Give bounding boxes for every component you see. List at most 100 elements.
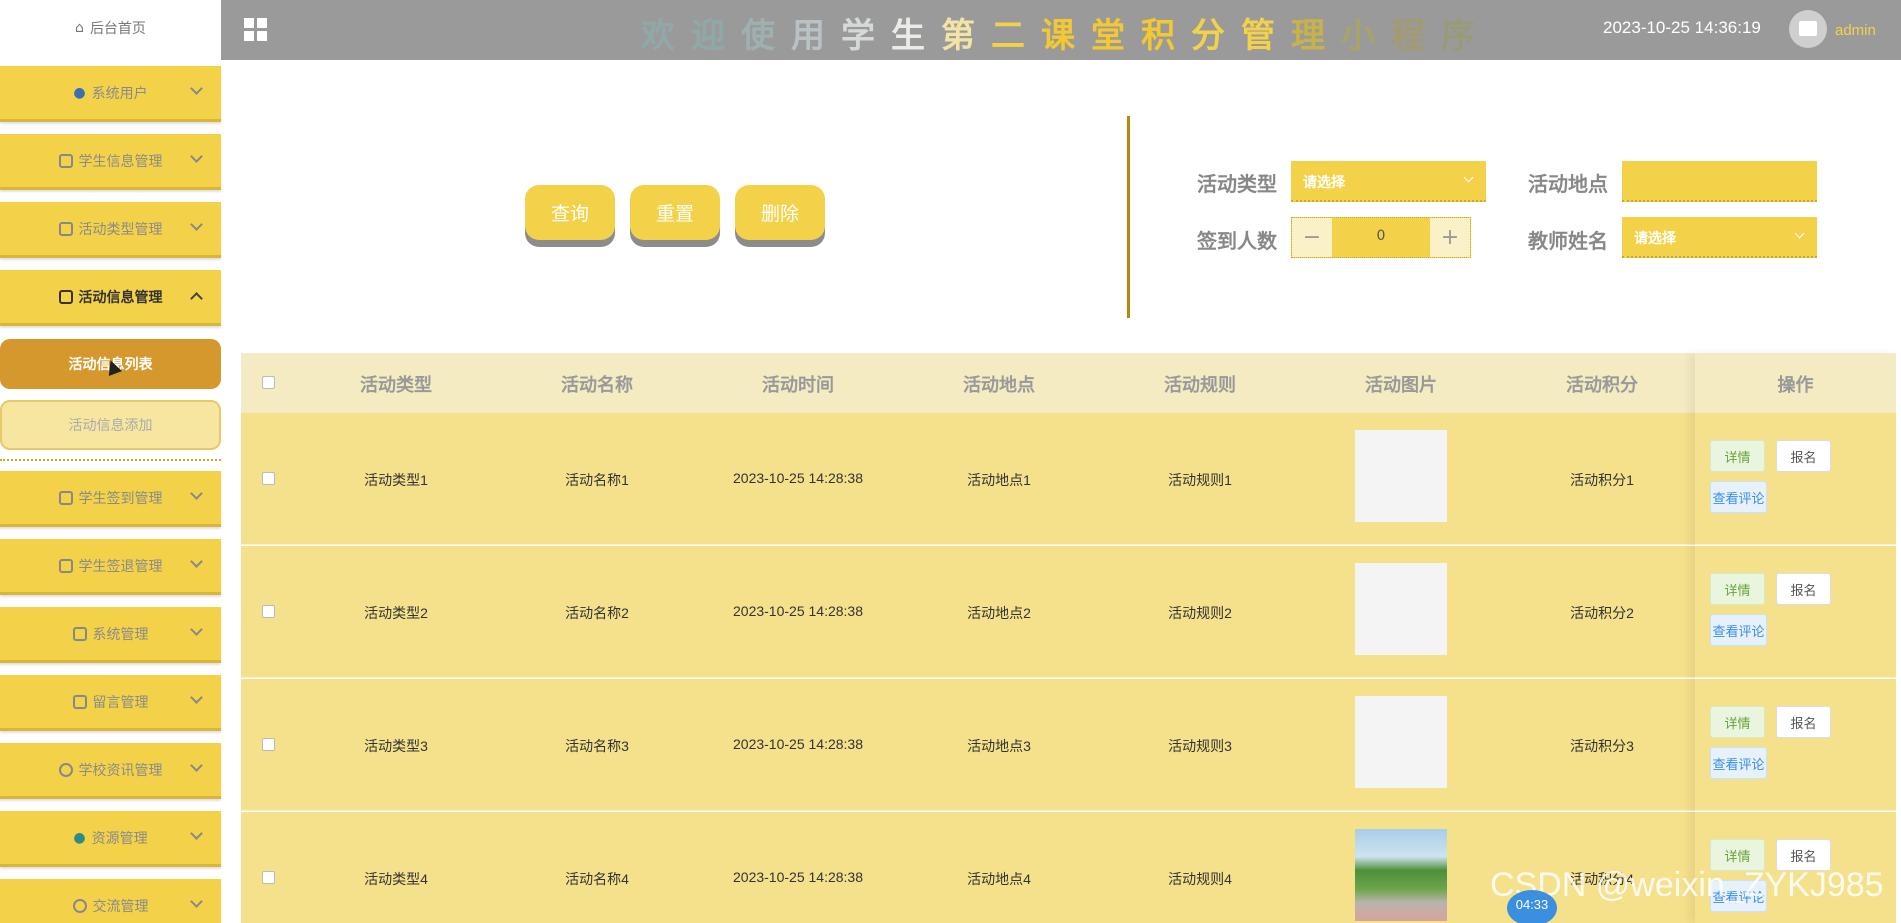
row-checkbox[interactable] xyxy=(262,605,275,618)
cell-name: 活动名称4 xyxy=(565,871,629,887)
sidebar-item-messages[interactable]: 留言管理 xyxy=(0,675,221,731)
delete-button[interactable]: 删除 xyxy=(735,185,825,240)
location-icon: ● xyxy=(73,829,86,846)
select-all-checkbox[interactable] xyxy=(262,376,275,389)
chevron-down-icon xyxy=(190,150,203,163)
table-row: 活动类型1 活动名称1 2023-10-25 14:28:38 活动地点1 活动… xyxy=(241,413,1896,545)
column-header[interactable]: 活动类型 xyxy=(296,371,496,397)
cell-type: 活动类型3 xyxy=(364,738,428,754)
sidebar-item-label: 留言管理 xyxy=(92,694,149,711)
chevron-up-icon xyxy=(190,292,203,305)
search-divider xyxy=(1127,116,1130,318)
row-checkbox[interactable] xyxy=(262,472,275,485)
activity-location-input[interactable] xyxy=(1622,161,1817,202)
chevron-down-icon xyxy=(1463,172,1474,183)
cell-name: 活动名称1 xyxy=(565,472,629,488)
activity-image[interactable] xyxy=(1355,430,1447,522)
sidebar-item-news[interactable]: 学校资讯管理 xyxy=(0,743,221,799)
chevron-down-icon xyxy=(190,827,203,840)
cell-rule: 活动规则3 xyxy=(1168,738,1232,754)
teacher-name-select[interactable]: 请选择 xyxy=(1622,217,1817,258)
table-row: 活动类型3 活动名称3 2023-10-25 14:28:38 活动地点3 活动… xyxy=(241,679,1896,811)
checkin-count-stepper[interactable]: − 0 + xyxy=(1291,217,1471,258)
cell-location: 活动地点1 xyxy=(967,472,1031,488)
activity-image[interactable] xyxy=(1355,696,1447,788)
sidebar-item-label: 活动信息管理 xyxy=(78,289,163,306)
query-button[interactable]: 查询 xyxy=(525,185,615,240)
sidebar-subitem-activity-add[interactable]: 活动信息添加 xyxy=(0,400,221,450)
info-icon xyxy=(58,762,73,777)
sidebar-item-label: 学校资讯管理 xyxy=(78,762,163,779)
sidebar-item-checkin[interactable]: 学生签到管理 xyxy=(0,471,221,527)
timer-badge: 04:33 xyxy=(1507,890,1557,923)
reset-button[interactable]: 重置 xyxy=(630,185,720,240)
row-checkbox[interactable] xyxy=(262,738,275,751)
edit-icon xyxy=(58,289,73,304)
chevron-down-icon xyxy=(190,759,203,772)
chat-icon xyxy=(72,898,87,913)
grid-icon[interactable] xyxy=(244,18,268,42)
sidebar-item-label: 活动类型管理 xyxy=(78,221,163,238)
sidebar-item-system[interactable]: 系统管理 xyxy=(0,607,221,663)
avatar[interactable] xyxy=(1789,10,1827,48)
column-header[interactable]: 活动名称 xyxy=(497,371,697,397)
stepper-value[interactable]: 0 xyxy=(1332,228,1430,244)
sidebar: ⌂ 后台首页 ● 系统用户 学生信息管理 活动类型管理 活动信息管理 活动信息列… xyxy=(0,0,221,923)
checkin-count-label: 签到人数 xyxy=(1197,229,1277,253)
minus-icon[interactable]: − xyxy=(1292,218,1332,257)
column-header[interactable]: 活动地点 xyxy=(899,371,1099,397)
cell-location: 活动地点3 xyxy=(967,738,1031,754)
chevron-down-icon xyxy=(190,218,203,231)
cell-type: 活动类型4 xyxy=(364,871,428,887)
sidebar-home[interactable]: ⌂ 后台首页 xyxy=(0,0,221,56)
edit-icon xyxy=(58,490,73,505)
cell-name: 活动名称2 xyxy=(565,605,629,621)
chevron-down-icon xyxy=(190,487,203,500)
cell-points: 活动积分2 xyxy=(1570,605,1634,621)
cell-location: 活动地点2 xyxy=(967,605,1031,621)
cell-name: 活动名称3 xyxy=(565,738,629,754)
sidebar-item-label: 学生信息管理 xyxy=(78,153,163,170)
sidebar-item-label: 系统管理 xyxy=(92,626,149,643)
page-title: 欢迎使用学生第二课堂积分管理小程序 xyxy=(641,16,1491,56)
sidebar-item-resources[interactable]: ● 资源管理 xyxy=(0,811,221,867)
activity-image[interactable] xyxy=(1355,829,1447,921)
chevron-down-icon xyxy=(190,623,203,636)
column-header[interactable]: 活动时间 xyxy=(698,371,898,397)
sidebar-item-activity-info[interactable]: 活动信息管理 xyxy=(0,270,221,326)
sidebar-item-system-users[interactable]: ● 系统用户 xyxy=(0,66,221,122)
activity-location-label: 活动地点 xyxy=(1528,172,1608,196)
sidebar-item-label: 学生签退管理 xyxy=(78,558,163,575)
cell-rule: 活动规则2 xyxy=(1168,605,1232,621)
top-bar: 欢迎使用学生第二课堂积分管理小程序 2023-10-25 14:36:19 ad… xyxy=(221,0,1901,60)
cell-location: 活动地点4 xyxy=(967,871,1031,887)
sidebar-item-exchange[interactable]: 交流管理 xyxy=(0,879,221,923)
sidebar-item-checkout[interactable]: 学生签退管理 xyxy=(0,539,221,595)
username-label[interactable]: admin xyxy=(1835,22,1876,39)
select-placeholder: 请选择 xyxy=(1303,175,1345,191)
column-header[interactable]: 活动规则 xyxy=(1100,371,1300,397)
activity-image[interactable] xyxy=(1355,563,1447,655)
image-icon xyxy=(72,626,87,641)
cell-rule: 活动规则1 xyxy=(1168,472,1232,488)
table-row: 活动类型2 活动名称2 2023-10-25 14:28:38 活动地点2 活动… xyxy=(241,546,1896,678)
cell-time: 2023-10-25 14:28:38 xyxy=(733,869,863,885)
sidebar-item-label: 学生签到管理 xyxy=(78,490,163,507)
cell-points: 活动积分1 xyxy=(1570,472,1634,488)
home-icon: ⌂ xyxy=(75,20,84,36)
plus-icon[interactable]: + xyxy=(1430,218,1470,257)
datetime-display: 2023-10-25 14:36:19 xyxy=(1603,18,1761,37)
sidebar-item-activity-type[interactable]: 活动类型管理 xyxy=(0,202,221,258)
cell-time: 2023-10-25 14:28:38 xyxy=(733,603,863,619)
cell-type: 活动类型1 xyxy=(364,472,428,488)
activity-type-label: 活动类型 xyxy=(1197,172,1277,196)
chevron-down-icon xyxy=(190,691,203,704)
sidebar-item-label: 交流管理 xyxy=(92,898,149,915)
row-checkbox[interactable] xyxy=(262,871,275,884)
column-header[interactable]: 活动积分 xyxy=(1502,371,1702,397)
sidebar-item-label: 资源管理 xyxy=(91,830,148,847)
edit-icon xyxy=(58,558,73,573)
activity-type-select[interactable]: 请选择 xyxy=(1291,161,1486,202)
column-header[interactable]: 活动图片 xyxy=(1301,371,1501,397)
sidebar-item-student-info[interactable]: 学生信息管理 xyxy=(0,134,221,190)
